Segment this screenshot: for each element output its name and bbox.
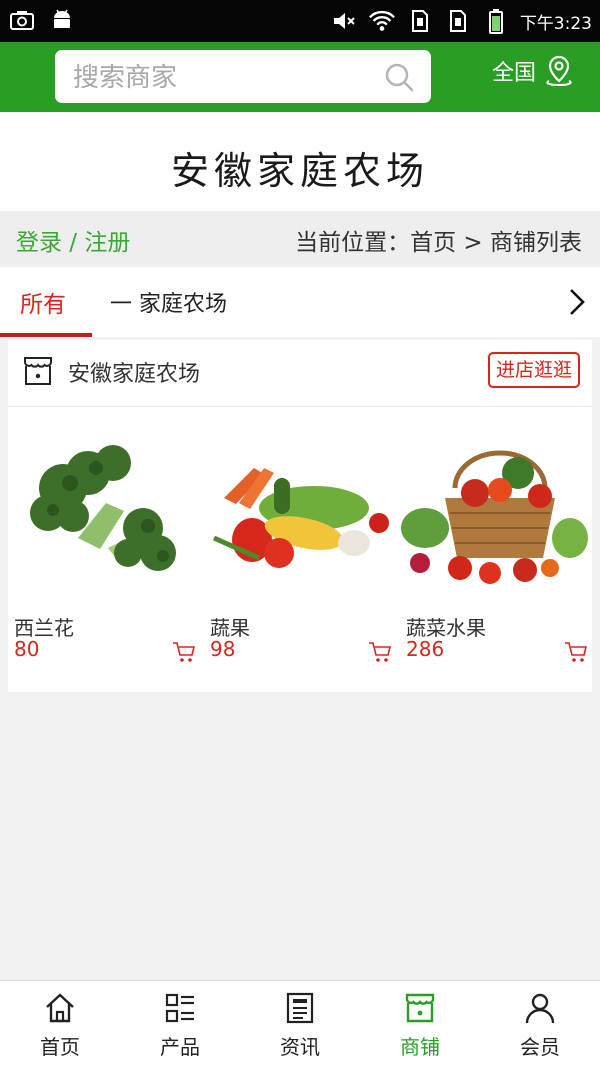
sim-card-icon bbox=[444, 8, 472, 34]
clock: 下午3:23 bbox=[519, 13, 592, 34]
store-title-banner: 安徽家庭农场 bbox=[0, 112, 600, 211]
page-title: 安徽家庭农场 bbox=[170, 149, 429, 193]
cart-icon[interactable] bbox=[564, 640, 588, 664]
nav-shops-label: 商铺 bbox=[400, 1035, 440, 1059]
nav-member[interactable]: 会员 bbox=[480, 981, 600, 1068]
login-register-link[interactable]: 登录 / 注册 bbox=[16, 223, 130, 257]
mute-icon bbox=[330, 8, 358, 34]
category-tabs: 所有 一 家庭农场 bbox=[0, 267, 600, 337]
screenshot-icon bbox=[8, 7, 36, 33]
nav-shops[interactable]: 商铺 bbox=[360, 981, 480, 1068]
nav-news-label: 资讯 bbox=[280, 1035, 320, 1059]
cart-icon[interactable] bbox=[172, 640, 196, 664]
tab-family-farm[interactable]: 一 家庭农场 bbox=[110, 286, 227, 318]
product-price: 98 bbox=[210, 637, 236, 661]
tab-all[interactable]: 所有 bbox=[0, 267, 92, 337]
nav-home[interactable]: 首页 bbox=[0, 981, 120, 1068]
region-label: 全国 bbox=[492, 61, 537, 86]
user-icon bbox=[525, 993, 555, 1024]
region-selector[interactable]: 全国 bbox=[492, 54, 574, 88]
store-card-header: 安徽家庭农场 进店逛逛 bbox=[8, 340, 592, 407]
breadcrumb-bar: 登录 / 注册 当前位置：首页 > 商铺列表 bbox=[0, 211, 600, 267]
grid-list-icon bbox=[165, 993, 194, 1023]
tab-all-label: 所有 bbox=[20, 292, 66, 318]
product-price: 80 bbox=[14, 637, 40, 661]
search-input[interactable] bbox=[71, 50, 375, 105]
news-icon bbox=[286, 992, 314, 1024]
nav-products[interactable]: 产品 bbox=[120, 981, 240, 1068]
breadcrumb: 当前位置：首页 > 商铺列表 bbox=[295, 230, 582, 256]
product-price: 286 bbox=[406, 637, 445, 661]
location-pin-icon bbox=[546, 55, 572, 87]
android-icon bbox=[48, 7, 76, 33]
chevron-right-icon[interactable] bbox=[562, 285, 590, 319]
status-bar: 下午3:23 bbox=[0, 0, 600, 42]
product-image-fruit-basket[interactable] bbox=[400, 428, 590, 594]
product-image-broccoli[interactable] bbox=[8, 428, 198, 594]
cart-icon[interactable] bbox=[368, 640, 392, 664]
home-icon bbox=[46, 993, 74, 1023]
nav-news[interactable]: 资讯 bbox=[240, 981, 360, 1068]
search-icon[interactable] bbox=[383, 61, 415, 93]
visit-store-button[interactable]: 进店逛逛 bbox=[487, 352, 580, 388]
store-card: 安徽家庭农场 进店逛逛 西兰花 80 蔬果 98 蔬菜水果 286 bbox=[8, 340, 592, 692]
nav-member-label: 会员 bbox=[520, 1035, 560, 1059]
bottom-navigation: 首页 产品 资讯 商铺 会员 bbox=[0, 980, 600, 1068]
top-header: 全国 bbox=[0, 42, 600, 112]
nav-products-label: 产品 bbox=[160, 1035, 200, 1059]
shop-icon bbox=[24, 357, 52, 385]
nav-home-label: 首页 bbox=[40, 1035, 80, 1059]
product-image-vegetables[interactable] bbox=[204, 428, 394, 594]
search-box[interactable] bbox=[55, 50, 431, 105]
active-tab-indicator bbox=[0, 333, 92, 337]
battery-icon bbox=[482, 8, 510, 34]
wifi-icon bbox=[368, 8, 396, 34]
shop-icon bbox=[405, 993, 435, 1023]
sim-card-icon bbox=[406, 8, 434, 34]
store-name[interactable]: 安徽家庭农场 bbox=[68, 356, 200, 388]
